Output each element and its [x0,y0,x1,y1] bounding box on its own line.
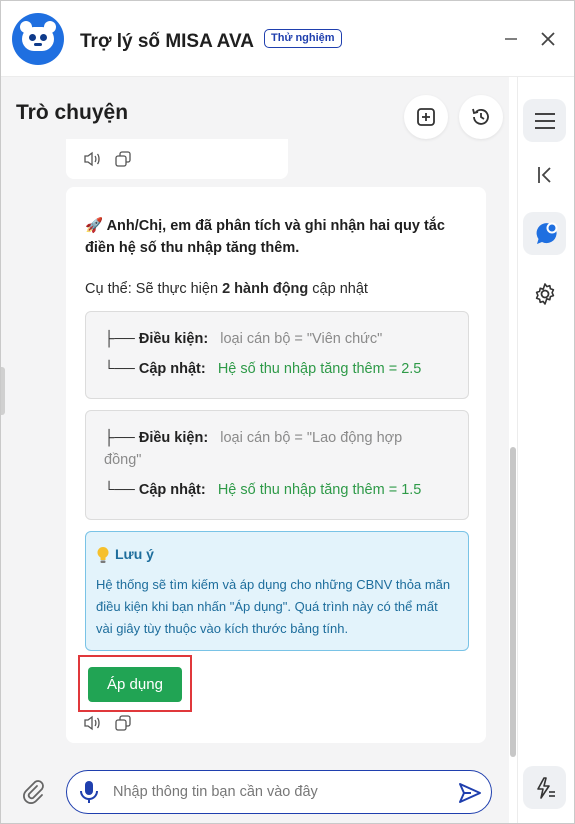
update-value: Hệ số thu nhập tăng thêm = 1.5 [217,482,422,498]
copy-icon[interactable] [115,151,131,167]
minimize-icon [505,38,517,40]
settings-button[interactable] [523,272,566,315]
left-resize-handle[interactable] [1,367,5,415]
history-icon [472,108,489,125]
microphone-button[interactable] [79,780,101,804]
condition-label: Điều kiện: [138,331,209,347]
rocket-icon: 🚀 [85,218,104,234]
app-window: Trợ lý số MISA AVA Thử nghiệm Trò chuyện [0,0,575,824]
collapse-button[interactable] [523,153,566,196]
chat-panel: Trò chuyện 🚀 Anh/Chị, em đã phân tích và… [1,77,509,823]
lightning-list-icon [536,776,555,799]
message-heading: 🚀 Anh/Chị, em đã phân tích và ghi nhận h… [85,215,465,259]
hamburger-menu-icon [534,112,555,129]
note-text: Hệ thống sẽ tìm kiếm và áp dụng cho nhữn… [96,577,451,636]
action-count: 2 hành động [222,281,309,297]
chat-title: Trò chuyện [16,101,129,124]
previous-message-card [66,139,288,179]
rule-update: └── Cập nhật: Hệ số thu nhập tăng thêm =… [104,482,422,498]
history-button[interactable] [459,95,503,139]
message-summary: Cụ thể: Sẽ thực hiện 2 hành động cập nhậ… [85,281,368,297]
microphone-icon [80,781,98,803]
close-icon [541,32,555,46]
chat-input[interactable] [113,780,443,804]
update-label: Cập nhật: [138,361,206,377]
speaker-icon[interactable] [83,715,101,731]
chat-input-container [66,770,492,814]
menu-button[interactable] [523,99,566,142]
copy-icon[interactable] [115,715,131,731]
rule-condition: ├── Điều kiện: loại cán bộ = "Lao động h… [104,430,403,446]
app-title: Trợ lý số MISA AVA [80,31,254,52]
chat-nav-button[interactable] [523,212,566,255]
message-heading-text: Anh/Chị, em đã phân tích và ghi nhận hai… [85,218,445,256]
right-rail [517,77,574,823]
chat-scrollbar[interactable] [510,447,516,757]
speaker-icon[interactable] [83,151,101,167]
title-bar: Trợ lý số MISA AVA Thử nghiệm [1,1,574,77]
condition-value: loại cán bộ = "Lao động hợp [220,430,403,446]
beta-badge: Thử nghiệm [264,29,342,48]
attach-button[interactable] [19,778,49,808]
rule-box: ├── Điều kiện: loại cán bộ = "Lao động h… [85,410,469,520]
rule-condition-continued: đồng" [104,452,142,468]
condition-value: loại cán bộ = "Viên chức" [220,331,383,347]
rule-update: └── Cập nhật: Hệ số thu nhập tăng thêm =… [104,361,422,377]
paperclip-icon [23,780,44,804]
gear-icon [535,282,554,305]
close-button[interactable] [536,27,560,51]
new-chat-button[interactable] [404,95,448,139]
panda-robot-logo [12,13,64,65]
note-title: Lưu ý [115,546,154,562]
assistant-message-card: 🚀 Anh/Chị, em đã phân tích và ghi nhận h… [66,187,486,743]
apply-button[interactable]: Áp dụng [88,667,182,702]
condition-label: Điều kiện: [138,430,209,446]
update-value: Hệ số thu nhập tăng thêm = 2.5 [217,361,422,377]
update-label: Cập nhật: [138,482,206,498]
rule-box: ├── Điều kiện: loại cán bộ = "Viên chức"… [85,311,469,399]
minimize-button[interactable] [499,27,523,51]
new-chat-icon [417,108,435,126]
collapse-left-icon [537,166,551,183]
send-button[interactable] [457,780,483,806]
chat-bubble-icon [536,222,557,244]
quick-actions-button[interactable] [523,766,566,809]
send-icon [459,783,481,803]
note-box: Lưu ý Hệ thống sẽ tìm kiếm và áp dụng ch… [85,531,469,651]
rule-condition: ├── Điều kiện: loại cán bộ = "Viên chức" [104,331,383,347]
lightbulb-icon [97,547,109,563]
